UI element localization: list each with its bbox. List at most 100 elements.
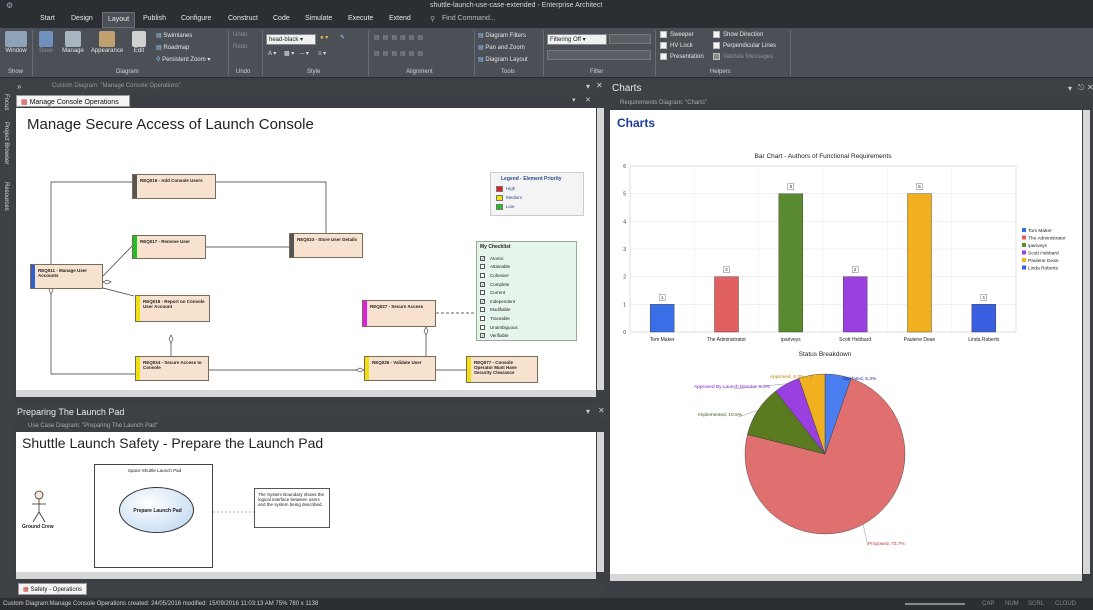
- manage-button[interactable]: Manage: [58, 31, 88, 54]
- panel2-hscrollbar[interactable]: [16, 572, 596, 579]
- charts-menu-icon[interactable]: ▾: [1068, 84, 1072, 93]
- system-boundary[interactable]: Space Shuttle Launch Pad Prepare Launch …: [94, 464, 213, 568]
- req017-box[interactable]: REQ017 - Remove User: [132, 235, 206, 259]
- diagram-canvas-2[interactable]: Shuttle Launch Safety - Prepare the Laun…: [16, 432, 596, 572]
- show-direction-checkbox[interactable]: Show Direction: [713, 31, 763, 38]
- redo-button[interactable]: Redo: [233, 44, 247, 50]
- hv-lock-checkbox[interactable]: HV Lock: [660, 42, 693, 49]
- panel2-menu-icon[interactable]: ▾: [586, 407, 590, 416]
- pan-zoom-button[interactable]: ▤ Pan and Zoom: [478, 44, 525, 51]
- tab-construct[interactable]: Construct: [228, 15, 258, 22]
- checklist-checkbox[interactable]: ✓: [480, 298, 485, 304]
- sweeper-check[interactable]: [660, 31, 667, 38]
- tab-safety-operations[interactable]: ▦ Safety - Operations: [18, 583, 88, 595]
- app-menu-icon[interactable]: ⚙: [6, 1, 13, 10]
- project-browser-tab[interactable]: Project Browser: [3, 122, 9, 164]
- swimlanes-button[interactable]: ▤ Swimlanes: [156, 32, 192, 39]
- diagram-filters-button[interactable]: ▤ Diagram Filters: [478, 32, 526, 39]
- tab-publish[interactable]: Publish: [143, 15, 166, 22]
- checklist-checkbox[interactable]: [480, 272, 485, 278]
- tab-start[interactable]: Start: [40, 15, 55, 22]
- req027-box[interactable]: REQ027 - Secure Access: [362, 300, 436, 327]
- hv-lock-check[interactable]: [660, 42, 667, 49]
- undo-button[interactable]: Undo: [233, 32, 247, 38]
- checklist-checkbox[interactable]: ✓: [480, 281, 485, 287]
- align-icons-row1[interactable]: ▤▤▤▤▤▤: [374, 34, 426, 41]
- checklist-checkbox[interactable]: [480, 307, 485, 313]
- req026-box[interactable]: REQ026 - Validate User: [364, 356, 436, 381]
- panel1-tab-close-icon[interactable]: ✕: [585, 96, 591, 104]
- req018-box[interactable]: REQ018 - Report on Console User Account: [135, 295, 210, 322]
- checklist-checkbox[interactable]: ✓: [480, 255, 485, 261]
- panel1-close-icon[interactable]: ✕: [596, 81, 603, 90]
- presentation-checkbox[interactable]: Presentation: [660, 53, 704, 60]
- req011-box[interactable]: REQ011 - Manage User Accounts: [30, 264, 103, 289]
- filter-text-input[interactable]: [547, 50, 651, 60]
- tab-extend[interactable]: Extend: [389, 15, 411, 22]
- validate-messages-check[interactable]: [713, 53, 720, 60]
- checklist-item-label: Current: [490, 290, 506, 296]
- filter-input[interactable]: [609, 34, 651, 44]
- charts-close-icon[interactable]: ✕: [1087, 83, 1093, 92]
- zoom-slider[interactable]: [905, 603, 965, 605]
- show-direction-check[interactable]: [713, 31, 720, 38]
- panel1-vscrollbar[interactable]: [597, 108, 604, 390]
- diagram-canvas-1[interactable]: Manage Secure Access of Launch Console R…: [16, 108, 596, 390]
- find-command-input[interactable]: Find Command...: [442, 15, 496, 22]
- presentation-check[interactable]: [660, 53, 667, 60]
- scrl-indicator: SCRL: [1028, 601, 1045, 607]
- roadmap-button[interactable]: ▤ Roadmap: [156, 44, 189, 51]
- tab-code[interactable]: Code: [273, 15, 290, 22]
- req024-box[interactable]: REQ024 - Secure Access to Console: [135, 356, 209, 381]
- tab-manage-console-operations[interactable]: ▦ Manage Console Operations ✕: [16, 95, 130, 114]
- edit-button[interactable]: Edit: [128, 31, 150, 54]
- sweeper-checkbox[interactable]: Sweeper: [660, 31, 694, 38]
- line-color-icon[interactable]: ─ ▾: [300, 50, 309, 57]
- diagram-layout-button[interactable]: ▤ Diagram Layout: [478, 56, 528, 63]
- panel1-tab-menu-icon[interactable]: ▾: [572, 96, 576, 104]
- req016-box[interactable]: REQ016 - Add Console Users: [132, 174, 216, 199]
- perpendicular-lines-checkbox[interactable]: Perpendicular Lines: [713, 42, 776, 49]
- filtering-select[interactable]: Filtering Off ▾: [547, 34, 607, 45]
- expand-icon[interactable]: »: [17, 82, 21, 91]
- charts-canvas[interactable]: Charts Bar Chart - Authors of Functional…: [610, 110, 1082, 574]
- focus-tab[interactable]: Focus: [3, 94, 9, 110]
- window-button[interactable]: Window: [3, 31, 29, 54]
- checklist-checkbox[interactable]: [480, 315, 485, 321]
- text-color-icon[interactable]: A ▾: [268, 50, 276, 57]
- tab-configure[interactable]: Configure: [181, 15, 211, 22]
- persistent-zoom-button[interactable]: ⚲ Persistent Zoom ▾: [156, 56, 210, 63]
- actor-icon[interactable]: [26, 490, 54, 528]
- font-select[interactable]: head-black ▾: [266, 34, 316, 45]
- line-width-icon[interactable]: ≡ ▾: [318, 50, 326, 57]
- save-button[interactable]: Save: [36, 31, 56, 54]
- perpendicular-lines-check[interactable]: [713, 42, 720, 49]
- checklist-checkbox[interactable]: [480, 290, 485, 296]
- align-icons-row2[interactable]: ▤▤▤▤▤▤: [374, 50, 426, 57]
- paint-icon[interactable]: ● ▾: [320, 34, 328, 41]
- panel1-menu-icon[interactable]: ▾: [586, 82, 590, 91]
- checklist-checkbox[interactable]: [480, 264, 485, 270]
- checklist-checkbox[interactable]: [480, 324, 485, 330]
- panel2-close-icon[interactable]: ✕: [598, 406, 605, 415]
- presentation-label: Presentation: [670, 54, 704, 61]
- panel1-hscrollbar[interactable]: [16, 390, 596, 397]
- tab-design[interactable]: Design: [71, 15, 93, 22]
- charts-hscrollbar[interactable]: [610, 574, 1082, 581]
- tab-simulate[interactable]: Simulate: [305, 15, 332, 22]
- charts-vscrollbar[interactable]: [1083, 110, 1090, 574]
- req077-box[interactable]: REQ077 - Console Operator Must Have Secu…: [466, 356, 538, 383]
- panel2-vscrollbar[interactable]: [597, 432, 604, 572]
- resources-tab[interactable]: Resources: [3, 182, 9, 211]
- note-element[interactable]: The System Boundary shows the logical in…: [254, 488, 330, 528]
- validate-messages-checkbox[interactable]: Validate Messages: [713, 53, 773, 60]
- prepare-launch-pad-usecase[interactable]: Prepare Launch Pad: [119, 487, 194, 533]
- fill-color-icon[interactable]: ▩ ▾: [284, 50, 294, 57]
- checklist-checkbox[interactable]: ✓: [480, 333, 485, 339]
- charts-pin-icon[interactable]: ⎋: [1078, 83, 1084, 93]
- tab-layout[interactable]: Layout: [102, 12, 136, 28]
- req023-box[interactable]: REQ023 - Store User Details: [289, 233, 363, 258]
- tab-execute[interactable]: Execute: [348, 15, 373, 22]
- appearance-button[interactable]: Appearance: [88, 31, 126, 54]
- pen-icon[interactable]: ✎: [340, 34, 345, 41]
